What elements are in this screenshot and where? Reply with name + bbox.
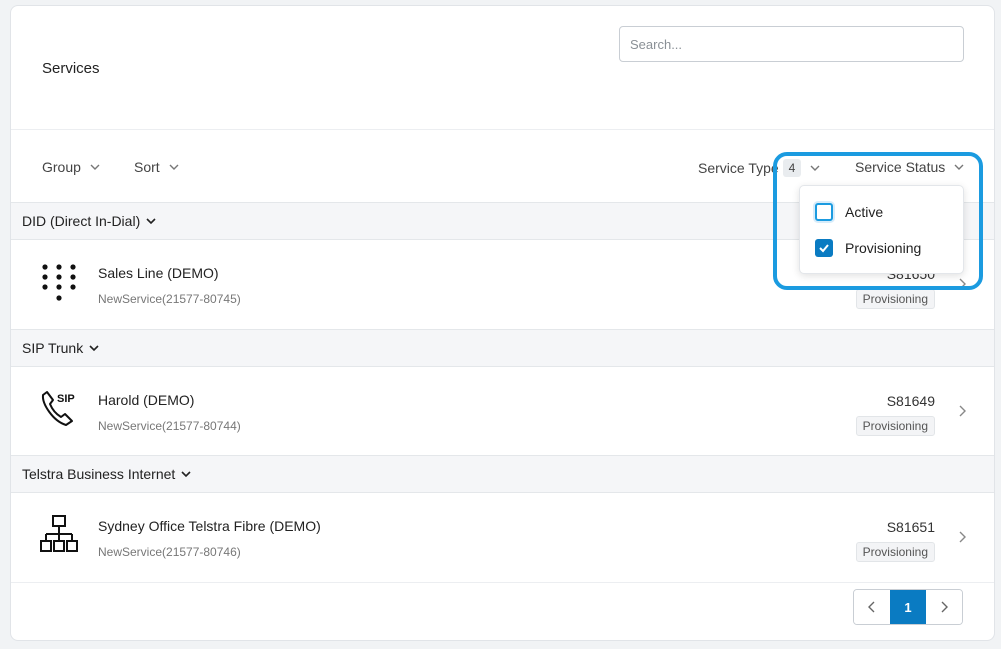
group-header-label: Telstra Business Internet bbox=[22, 466, 176, 482]
service-status-dropdown[interactable]: Service Status bbox=[855, 159, 965, 175]
service-status-label: Service Status bbox=[855, 159, 946, 175]
pagination: 1 bbox=[853, 589, 963, 625]
service-row[interactable]: Sydney Office Telstra Fibre (DEMO) NewSe… bbox=[11, 494, 994, 582]
status-badge: Provisioning bbox=[855, 542, 935, 562]
svg-text:SIP: SIP bbox=[57, 393, 75, 405]
service-type-dropdown[interactable]: Service Type 4 bbox=[698, 159, 821, 177]
checkmark-icon bbox=[819, 244, 829, 253]
chevron-right-icon bbox=[959, 531, 966, 543]
status-option-label: Provisioning bbox=[845, 240, 922, 256]
group-header-sip-trunk[interactable]: SIP Trunk bbox=[11, 329, 994, 367]
chevron-right-icon bbox=[959, 278, 966, 290]
service-type-count-badge: 4 bbox=[782, 159, 802, 177]
page-1-button[interactable]: 1 bbox=[890, 590, 926, 624]
chevron-down-icon bbox=[954, 164, 964, 170]
checkbox-checked[interactable] bbox=[815, 239, 833, 257]
network-icon bbox=[40, 515, 78, 552]
service-subtitle: NewService(21577-80745) bbox=[98, 292, 241, 306]
prev-page-button[interactable] bbox=[854, 590, 890, 624]
status-badge: Provisioning bbox=[855, 416, 935, 436]
chevron-left-icon bbox=[868, 601, 875, 613]
group-dropdown[interactable]: Group bbox=[42, 159, 101, 175]
status-option-provisioning[interactable]: Provisioning bbox=[815, 239, 921, 257]
status-option-label: Active bbox=[845, 204, 884, 220]
group-header-label: SIP Trunk bbox=[22, 340, 84, 356]
next-page-button[interactable] bbox=[926, 590, 962, 624]
chevron-down-icon bbox=[181, 471, 191, 478]
page-header: Services bbox=[11, 6, 994, 130]
chevron-down-icon bbox=[89, 345, 99, 352]
chevron-down-icon bbox=[146, 218, 156, 225]
services-card: Services Group Sort Service Type 4 Servi… bbox=[10, 5, 995, 641]
service-row[interactable]: SIP Harold (DEMO) NewService(21577-80744… bbox=[11, 368, 994, 456]
service-title: Sydney Office Telstra Fibre (DEMO) bbox=[98, 518, 321, 534]
chevron-down-icon bbox=[810, 165, 820, 171]
chevron-right-icon bbox=[959, 405, 966, 417]
page-title: Services bbox=[42, 60, 100, 77]
chevron-right-icon bbox=[941, 601, 948, 613]
service-title: Sales Line (DEMO) bbox=[98, 265, 219, 281]
group-header-label: DID (Direct In-Dial) bbox=[22, 213, 141, 229]
status-badge: Provisioning bbox=[855, 289, 935, 309]
service-subtitle: NewService(21577-80744) bbox=[98, 419, 241, 433]
dialpad-icon bbox=[42, 264, 76, 301]
group-header-telstra-business-internet[interactable]: Telstra Business Internet bbox=[11, 455, 994, 493]
sort-label: Sort bbox=[134, 159, 160, 175]
status-option-active[interactable]: Active bbox=[815, 203, 883, 221]
service-id: S81649 bbox=[886, 393, 935, 409]
divider bbox=[11, 582, 994, 583]
group-label: Group bbox=[42, 159, 81, 175]
service-subtitle: NewService(21577-80746) bbox=[98, 545, 241, 559]
service-type-label: Service Type bbox=[698, 160, 779, 176]
chevron-down-icon bbox=[169, 164, 179, 170]
service-id: S81651 bbox=[886, 519, 935, 535]
checkbox-unchecked[interactable] bbox=[815, 203, 833, 221]
search-input[interactable] bbox=[619, 26, 964, 62]
service-status-menu: Active Provisioning bbox=[799, 185, 964, 274]
service-title: Harold (DEMO) bbox=[98, 392, 195, 408]
chevron-down-icon bbox=[90, 164, 100, 170]
sort-dropdown[interactable]: Sort bbox=[134, 159, 180, 175]
sip-phone-icon: SIP bbox=[41, 391, 75, 426]
